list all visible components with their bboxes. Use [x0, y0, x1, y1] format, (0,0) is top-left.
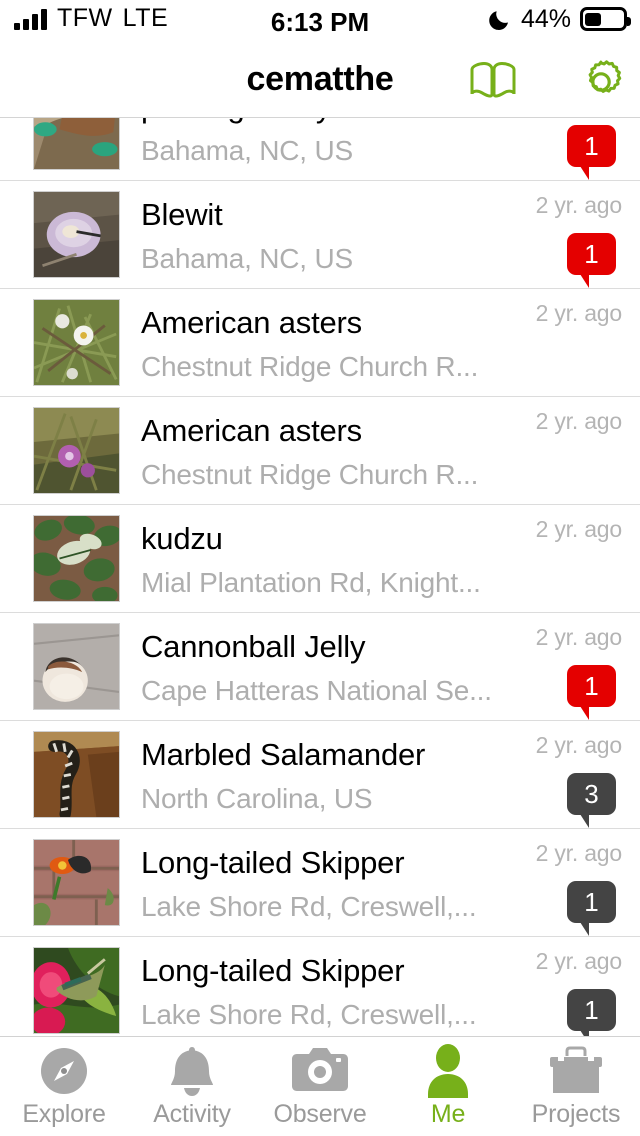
observation-species-name: Blewit — [141, 197, 223, 232]
kudzu-leaves-thumbnail — [33, 515, 120, 602]
tab-label: Activity — [153, 1100, 231, 1128]
observation-species-name: Marbled Salamander — [141, 737, 426, 772]
partridgeberry-thumbnail — [33, 118, 120, 170]
tab-me[interactable]: Me — [384, 1037, 512, 1136]
badge-count-label: 1 — [584, 670, 599, 701]
observation-species-name: Cannonball Jelly — [141, 629, 366, 664]
skipper-on-flower-thumbnail — [33, 947, 120, 1034]
purple-aster-thumbnail — [33, 407, 120, 494]
battery-percent-label: 44% — [520, 5, 571, 33]
observation-row[interactable]: American asters Chestnut Ridge Church R..… — [0, 289, 640, 397]
white-aster-thumbnail — [33, 299, 120, 386]
observation-comment-count-badge[interactable]: 1 — [567, 989, 616, 1036]
observation-comment-count-badge[interactable]: 1 — [567, 125, 616, 180]
blewit-mushroom-thumbnail — [33, 191, 120, 278]
observation-timestamp: 2 yr. ago — [535, 408, 623, 434]
observation-species-name: Long-tailed Skipper — [141, 953, 405, 988]
observation-timestamp: 2 yr. ago — [535, 300, 623, 326]
observation-row[interactable]: kudzu Mial Plantation Rd, Knight... 2 yr. … — [0, 505, 640, 613]
badge-count-label: 3 — [584, 778, 599, 809]
observation-row[interactable]: Marbled Salamander North Carolina, US 2 yr… — [0, 721, 640, 829]
book-icon — [470, 61, 516, 98]
observation-timestamp: 2 yr. ago — [535, 948, 623, 974]
moon-icon — [489, 11, 508, 30]
observation-comment-count-badge[interactable]: 1 — [567, 881, 616, 936]
observation-place: Bahama, NC, US — [141, 135, 353, 166]
tab-observe[interactable]: Observe — [256, 1037, 384, 1136]
observation-place: Cape Hatteras National Se... — [141, 675, 492, 706]
inaturalist-me-screen: TFW LTE 6:13 PM 44% cematthe Bahama, NC,… — [0, 0, 640, 1136]
observation-comment-count-badge[interactable]: 1 — [567, 665, 616, 720]
guide-button[interactable] — [466, 57, 520, 107]
tab-activity[interactable]: Activity — [128, 1037, 256, 1136]
settings-button[interactable] — [574, 57, 628, 107]
observation-row[interactable]: American asters Chestnut Ridge Church R..… — [0, 397, 640, 505]
battery-icon — [580, 7, 631, 31]
observation-comment-count-badge[interactable]: 3 — [567, 773, 616, 828]
observation-row[interactable]: Long-tailed Skipper Lake Shore Rd, Creswe… — [0, 829, 640, 937]
observations-list[interactable]: partridgeberry Bahama, NC, US 1 Blewit Baham… — [0, 118, 640, 1036]
observation-place: Mial Plantation Rd, Knight... — [141, 567, 481, 598]
ios-status-bar: TFW LTE 6:13 PM 44% — [0, 0, 640, 44]
tab-label: Observe — [273, 1100, 367, 1128]
observation-timestamp: 2 yr. ago — [535, 516, 623, 542]
badge-count-label: 1 — [584, 886, 599, 917]
observation-place: Lake Shore Rd, Creswell,... — [141, 999, 477, 1030]
observation-species-name: American asters — [141, 413, 362, 448]
marbled-salamander-thumbnail — [33, 731, 120, 818]
observation-text: Cannonball Jelly Cape Hatteras National S… — [141, 624, 511, 712]
camera-icon — [291, 1044, 349, 1098]
observation-text: kudzu Mial Plantation Rd, Knight... — [141, 516, 511, 604]
observation-comment-count-badge[interactable]: 1 — [567, 233, 616, 288]
observation-species-name: partridgeberry — [141, 118, 511, 130]
tab-explore[interactable]: Explore — [0, 1037, 128, 1136]
tab-label: Projects — [531, 1100, 621, 1128]
observation-row[interactable]: Blewit Bahama, NC, US 2 yr. ago 1 — [0, 181, 640, 289]
observation-place: North Carolina, US — [141, 783, 373, 814]
observation-place: Bahama, NC, US — [141, 243, 353, 274]
observation-row[interactable]: Long-tailed Skipper Lake Shore Rd, Creswe… — [0, 937, 640, 1036]
observation-species-name: Long-tailed Skipper — [141, 845, 405, 880]
observation-species-name: kudzu — [141, 521, 223, 556]
status-bar-right: 44% — [488, 5, 631, 33]
observation-text: Blewit Bahama, NC, US — [141, 192, 511, 280]
bottom-tab-bar: Explore Activity Observe Me Projects — [0, 1036, 640, 1136]
compass-icon — [36, 1044, 92, 1098]
tab-projects[interactable]: Projects — [512, 1037, 640, 1136]
badge-count-label: 1 — [584, 994, 599, 1025]
observation-timestamp: 2 yr. ago — [535, 840, 623, 866]
gear-icon — [588, 60, 622, 93]
tab-label: Me — [430, 1100, 466, 1128]
observation-place: Chestnut Ridge Church R... — [141, 459, 479, 490]
tab-label: Explore — [22, 1100, 106, 1128]
navigation-bar: cematthe — [0, 44, 640, 118]
observation-text: Marbled Salamander North Carolina, US — [141, 732, 511, 820]
observation-text: American asters Chestnut Ridge Church R..… — [141, 300, 511, 388]
observation-text: partridgeberry Bahama, NC, US — [141, 118, 511, 172]
person-icon — [425, 1044, 471, 1098]
cannonball-jelly-thumbnail — [33, 623, 120, 710]
observation-text: American asters Chestnut Ridge Church R..… — [141, 408, 511, 496]
observation-species-name: American asters — [141, 305, 362, 340]
observation-row[interactable]: partridgeberry Bahama, NC, US 1 — [0, 118, 640, 181]
observation-row[interactable]: Cannonball Jelly Cape Hatteras National S… — [0, 613, 640, 721]
observation-place: Chestnut Ridge Church R... — [141, 351, 479, 382]
observation-text: Long-tailed Skipper Lake Shore Rd, Creswe… — [141, 948, 511, 1036]
observation-text: Long-tailed Skipper Lake Shore Rd, Creswe… — [141, 840, 511, 928]
navbar-actions — [466, 57, 628, 107]
skipper-on-brick-thumbnail — [33, 839, 120, 926]
badge-count-label: 1 — [584, 130, 599, 161]
badge-count-label: 1 — [584, 238, 599, 269]
observation-place: Lake Shore Rd, Creswell,... — [141, 891, 477, 922]
observation-timestamp: 2 yr. ago — [535, 624, 623, 650]
observation-timestamp: 2 yr. ago — [535, 732, 623, 758]
bell-icon — [165, 1044, 219, 1098]
toolbox-icon — [548, 1044, 604, 1098]
observation-timestamp: 2 yr. ago — [535, 192, 623, 218]
